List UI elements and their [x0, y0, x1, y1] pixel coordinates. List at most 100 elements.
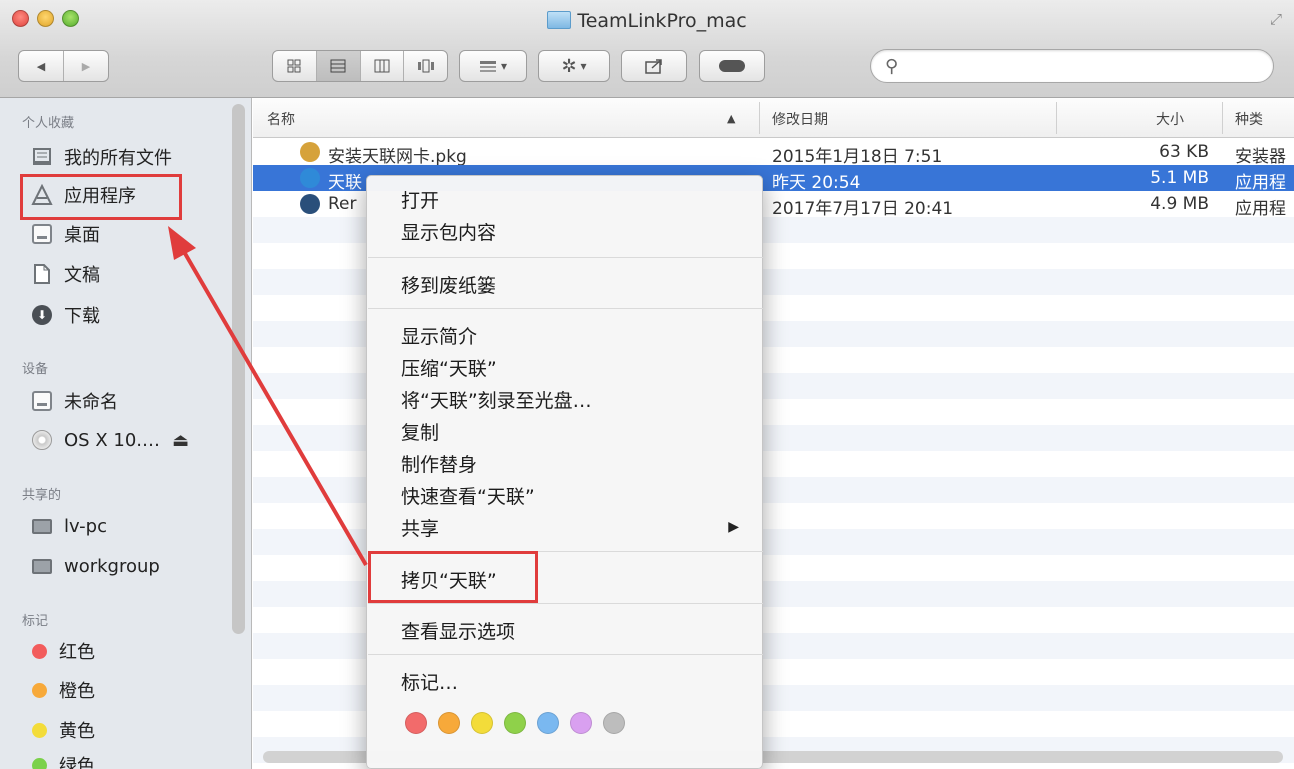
- kind-cell: 安装器: [1235, 147, 1286, 167]
- kind-cell: 应用程: [1235, 173, 1286, 193]
- menu-item-make-alias[interactable]: 制作替身: [401, 450, 477, 477]
- tag-color-dot[interactable]: [471, 712, 493, 734]
- coverflow-view-icon: [417, 59, 434, 73]
- sidebar-heading-tags: 标记: [22, 614, 49, 629]
- arrange-icon: [479, 61, 496, 72]
- menu-item-share[interactable]: 共享 ▶: [401, 514, 761, 541]
- menu-item-show-package-contents[interactable]: 显示包内容: [401, 218, 496, 245]
- file-name-cell: Rer: [328, 194, 357, 214]
- tag-color-dot[interactable]: [438, 712, 460, 734]
- icon-view-button[interactable]: [273, 51, 316, 81]
- forward-icon: ▶: [81, 59, 91, 73]
- forward-button[interactable]: ▶: [63, 51, 108, 81]
- menu-item-burn-to-disc[interactable]: 将“天联”刻录至光盘…: [401, 386, 592, 413]
- tag-color-dot[interactable]: [504, 712, 526, 734]
- window-title: TeamLinkPro_mac: [0, 10, 1294, 32]
- red-tag-icon: [32, 643, 47, 659]
- titlebar: TeamLinkPro_mac ⤢ ◀ ▶ ▾ ✲ ▾ ⚲: [0, 0, 1294, 98]
- sidebar-item-lv-pc[interactable]: lv-pc: [30, 511, 107, 541]
- search-icon: ⚲: [885, 55, 899, 77]
- column-header-name[interactable]: 名称: [267, 109, 295, 129]
- disc-icon: [30, 429, 54, 451]
- list-view-icon: [330, 59, 346, 73]
- coverflow-view-button[interactable]: [403, 51, 447, 81]
- package-icon: [300, 142, 320, 162]
- modified-date-cell: 2015年1月18日 7:51: [772, 147, 943, 167]
- dropdown-arrow-icon: ▾: [500, 59, 508, 73]
- orange-tag-icon: [32, 682, 47, 698]
- app-icon: [300, 168, 320, 188]
- sidebar-item-tag-orange[interactable]: 橙色: [22, 675, 95, 705]
- menu-separator: [368, 654, 763, 655]
- list-view-button[interactable]: [315, 51, 360, 81]
- eject-icon[interactable]: ⏏: [172, 430, 189, 451]
- menu-item-tags[interactable]: 标记…: [401, 668, 458, 695]
- menu-item-quick-look[interactable]: 快速查看“天联”: [401, 482, 535, 509]
- column-header-kind[interactable]: 种类: [1235, 109, 1263, 129]
- tag-color-dot[interactable]: [405, 712, 427, 734]
- hard-drive-icon: [30, 390, 54, 412]
- menu-item-view-options[interactable]: 查看显示选项: [401, 617, 515, 644]
- menu-separator: [368, 308, 763, 309]
- finder-window: TeamLinkPro_mac ⤢ ◀ ▶ ▾ ✲ ▾ ⚲ 个人收藏 我的所有文…: [0, 0, 1294, 769]
- sidebar-heading-favorites: 个人收藏: [22, 116, 75, 131]
- size-cell: 63 KB: [1159, 142, 1209, 162]
- size-cell: 4.9 MB: [1150, 194, 1209, 214]
- app-icon: [300, 194, 320, 214]
- kind-cell: 应用程: [1235, 199, 1286, 219]
- gear-icon: ✲: [561, 55, 577, 77]
- computer-icon: [30, 555, 54, 577]
- desktop-icon: [30, 223, 54, 245]
- menu-item-duplicate[interactable]: 复制: [401, 418, 439, 445]
- table-row[interactable]: 安装天联网卡.pkg 2015年1月18日 7:51 63 KB 安装器: [253, 139, 1294, 167]
- menu-separator: [368, 257, 763, 258]
- sidebar-scrollbar[interactable]: [232, 104, 245, 634]
- all-files-icon: [30, 146, 54, 168]
- share-icon: [645, 59, 662, 74]
- sidebar-item-all-my-files[interactable]: 我的所有文件: [30, 142, 172, 172]
- column-view-button[interactable]: [359, 51, 404, 81]
- sidebar-item-tag-red[interactable]: 红色: [22, 636, 95, 666]
- file-name-cell: 安装天联网卡.pkg: [328, 147, 467, 167]
- sidebar-item-tag-yellow[interactable]: 黄色: [22, 715, 95, 745]
- icon-view-icon: [287, 59, 301, 73]
- column-header-modified[interactable]: 修改日期: [772, 109, 828, 129]
- sidebar-item-downloads[interactable]: ⬇ 下载: [30, 300, 100, 330]
- menu-tag-colors: [405, 712, 625, 734]
- documents-icon: [30, 263, 54, 285]
- sidebar-item-untitled[interactable]: 未命名: [30, 386, 118, 416]
- menu-item-move-to-trash[interactable]: 移到废纸篓: [401, 271, 496, 298]
- sidebar-item-workgroup[interactable]: workgroup: [30, 551, 160, 581]
- applications-highlight-box: [20, 174, 182, 220]
- menu-item-open[interactable]: 打开: [401, 186, 439, 213]
- back-button[interactable]: ◀: [19, 51, 63, 81]
- yellow-tag-icon: [32, 722, 47, 738]
- column-header-size[interactable]: 大小: [1156, 109, 1184, 129]
- computer-icon: [30, 515, 54, 537]
- dropdown-arrow-icon: ▾: [580, 59, 587, 73]
- file-name-cell: 天联: [328, 173, 362, 193]
- menu-separator: [368, 603, 763, 604]
- fullscreen-icon[interactable]: ⤢: [1270, 10, 1282, 28]
- size-cell: 5.1 MB: [1150, 168, 1209, 188]
- submenu-arrow-icon: ▶: [728, 519, 739, 535]
- tag-color-dot[interactable]: [603, 712, 625, 734]
- edit-tags-button[interactable]: [699, 50, 765, 82]
- arrange-button[interactable]: ▾: [459, 50, 527, 82]
- menu-item-compress[interactable]: 压缩“天联”: [401, 354, 497, 381]
- back-icon: ◀: [36, 59, 46, 73]
- sidebar-item-os-x-disk[interactable]: OS X 10.… ⏏: [30, 425, 189, 455]
- share-button[interactable]: [621, 50, 687, 82]
- menu-item-get-info[interactable]: 显示简介: [401, 322, 477, 349]
- tag-color-dot[interactable]: [570, 712, 592, 734]
- sidebar-item-desktop[interactable]: 桌面: [30, 219, 100, 249]
- back-forward-control: ◀ ▶: [18, 50, 109, 82]
- sidebar-item-tag-green[interactable]: 绿色: [22, 750, 95, 769]
- tag-color-dot[interactable]: [537, 712, 559, 734]
- search-field[interactable]: ⚲: [870, 49, 1274, 83]
- column-divider: [1056, 102, 1057, 134]
- sidebar-item-documents[interactable]: 文稿: [30, 259, 100, 289]
- modified-date-cell: 昨天 20:54: [772, 173, 861, 193]
- downloads-icon: ⬇: [30, 304, 54, 326]
- action-menu-button[interactable]: ✲ ▾: [538, 50, 610, 82]
